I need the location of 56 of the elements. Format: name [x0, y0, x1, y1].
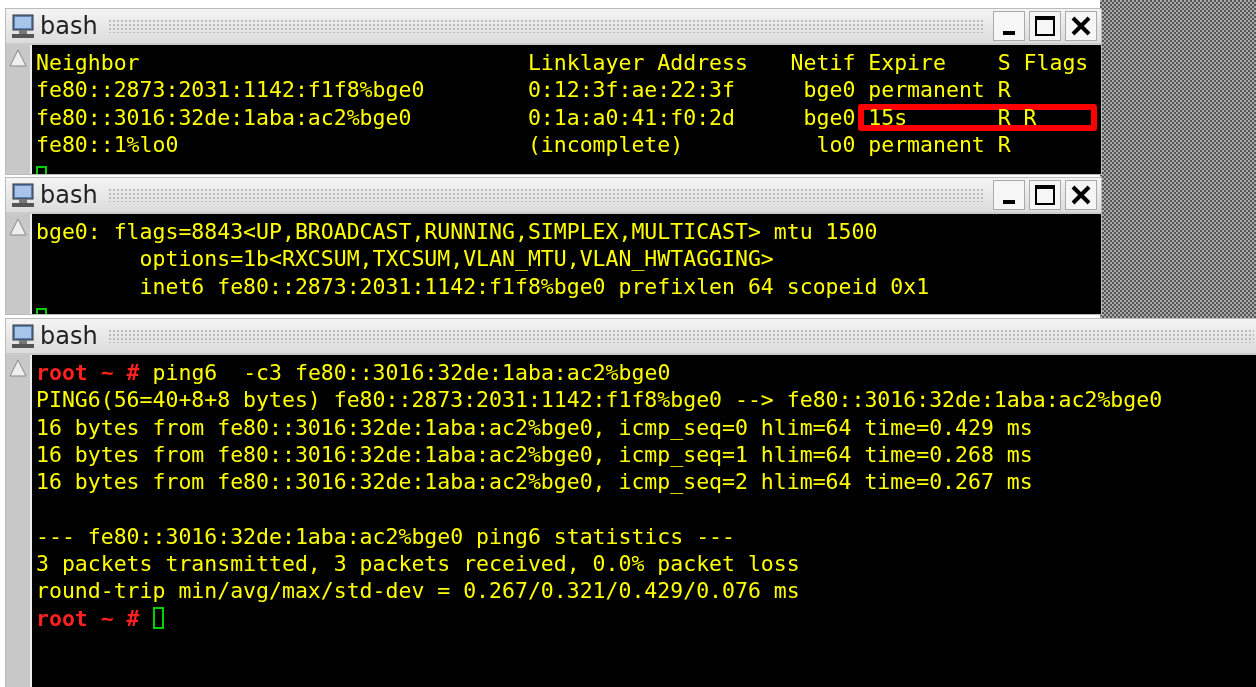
- table-cell-text: fe80::2873:2031:1142:f1f8%bge0: [36, 76, 426, 104]
- scrollbar[interactable]: [6, 45, 32, 174]
- shell-prompt: root ~ #: [36, 359, 140, 387]
- minimize-button[interactable]: [993, 11, 1025, 41]
- maximize-button[interactable]: [1029, 180, 1061, 210]
- table-cell-text: permanent: [868, 76, 986, 104]
- table-cell-text: 0:1a:a0:41:f0:2d: [527, 103, 736, 131]
- scrollbar[interactable]: [6, 214, 32, 314]
- maximize-button[interactable]: [1029, 11, 1061, 41]
- close-button[interactable]: [1065, 11, 1097, 41]
- output-line: 16 bytes from fe80::3016:32de:1aba:ac2%bge0, icmp_seq=2 hlim=64 time=0.267 ms: [36, 468, 1033, 496]
- table-cell-text: R: [997, 103, 1012, 131]
- minimize-icon: [1003, 200, 1015, 204]
- close-button[interactable]: [1065, 180, 1097, 210]
- window-title: bash: [40, 12, 98, 40]
- table-cell-text: bge0: [802, 103, 856, 131]
- output-line: 16 bytes from fe80::3016:32de:1aba:ac2%bge0, icmp_seq=1 hlim=64 time=0.268 ms: [36, 440, 1033, 469]
- table-cell-text: permanent: [868, 130, 986, 159]
- output-line: bge0: flags=8843<UP,BROADCAST,RUNNING,SIMPLEX,MULTICAST> mtu 1500: [36, 218, 878, 246]
- close-icon: [1070, 184, 1092, 206]
- output-line: 3 packets transmitted, 3 packets received, 0.0% packet loss: [36, 550, 800, 578]
- output-line: PING6(56=40+8+8 bytes) fe80::2873:2031:1142:f1f8%bge0 --> fe80::3016:32de:1aba:ac2%bge0: [36, 386, 1163, 414]
- column-header: Neighbor: [36, 49, 141, 77]
- table-cell-text: fe80::3016:32de:1aba:ac2%bge0: [36, 103, 413, 131]
- column-header: S: [997, 49, 1012, 77]
- column-header: Expire: [868, 49, 947, 77]
- minimize-button[interactable]: [993, 180, 1025, 210]
- output-line: inet6 fe80::2873:2031:1142:f1f8%bge0 prefixlen 64 scopeid 0x1: [138, 272, 930, 300]
- table-cell-text: R: [997, 130, 1012, 159]
- table-cell-text: fe80::1%lo0: [36, 130, 180, 159]
- window-title: bash: [40, 181, 98, 209]
- close-icon: [1070, 15, 1092, 37]
- output-line: 16 bytes from fe80::3016:32de:1aba:ac2%bge0, icmp_seq=0 hlim=64 time=0.429 ms: [36, 413, 1033, 441]
- table-cell-text: R: [997, 76, 1012, 104]
- command-text: ping6 -c3 fe80::3016:32de:1aba:ac2%bge0: [152, 359, 671, 387]
- table-cell-text: lo0: [815, 130, 856, 159]
- terminal-icon: [10, 323, 36, 349]
- column-header: Linklayer Address: [527, 49, 749, 77]
- scrollbar[interactable]: [6, 355, 32, 687]
- window-title: bash: [40, 322, 98, 350]
- terminal-icon: [10, 13, 36, 39]
- output-line: --- fe80::3016:32de:1aba:ac2%bge0 ping6 statistics ---: [36, 522, 735, 551]
- table-cell-text: bge0: [802, 76, 856, 104]
- table-cell: R: [1023, 103, 1037, 131]
- column-header: Flags: [1023, 49, 1090, 77]
- shell-prompt: root ~ #: [36, 604, 140, 632]
- table-cell-text: (incomplete): [527, 130, 685, 159]
- table-cell-text: 0:12:3f:ae:22:3f: [527, 76, 736, 104]
- table-cell-text: 15s: [868, 103, 909, 131]
- output-line: options=1b<RXCSUM,TXCSUM,VLAN_MTU,VLAN_HWTAGGING>: [138, 245, 774, 273]
- terminal-icon: [10, 182, 36, 208]
- maximize-icon: [1034, 184, 1056, 206]
- minimize-icon: [1003, 31, 1015, 35]
- column-header: Netif: [789, 49, 856, 77]
- output-line: round-trip min/avg/max/std-dev = 0.267/0.321/0.429/0.076 ms: [36, 577, 800, 605]
- maximize-icon: [1034, 15, 1056, 37]
